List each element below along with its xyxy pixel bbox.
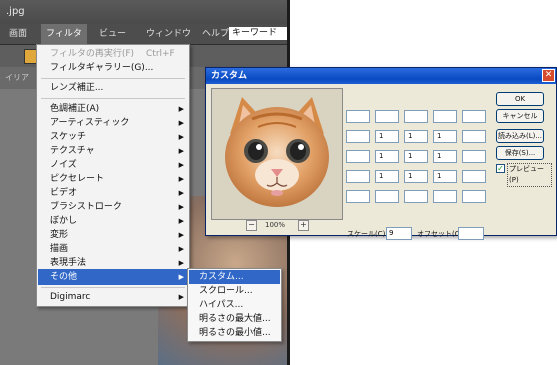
matrix-cell[interactable]: [375, 190, 399, 203]
submenu-item-minimum[interactable]: 明るさの最小値...: [189, 326, 280, 340]
submenu-item-offset[interactable]: スクロール...: [189, 284, 280, 298]
menu-filter[interactable]: フィルタ: [41, 24, 87, 44]
submenu-item-high-pass[interactable]: ハイパス...: [189, 298, 280, 312]
custom-filter-dialog: カスタム ✕ − 100% + 1 1 1 1 1 1 1 1 1 スケール(C…: [205, 67, 557, 240]
submenu-arrow-icon: ▶: [178, 293, 184, 301]
matrix-cell[interactable]: 1: [404, 150, 428, 163]
matrix-cell[interactable]: [346, 130, 370, 143]
scale-label: スケール(C):: [347, 230, 388, 238]
matrix-cell[interactable]: 1: [375, 170, 399, 183]
matrix-cell[interactable]: 1: [375, 150, 399, 163]
scale-input[interactable]: 9: [386, 227, 412, 240]
submenu-arrow-icon: ▶: [178, 273, 184, 281]
submenu-item-custom[interactable]: カスタム...: [189, 270, 280, 284]
matrix-cell[interactable]: 1: [375, 130, 399, 143]
menu-window[interactable]: ウィンドウ: [141, 24, 196, 44]
matrix-cell[interactable]: [346, 150, 370, 163]
submenu-item-maximum[interactable]: 明るさの最大値...: [189, 312, 280, 326]
matrix-cell[interactable]: 1: [433, 130, 457, 143]
zoom-in-icon[interactable]: +: [298, 220, 309, 231]
filter-menu: フィルタの再実行(F) Ctrl+F フィルタギャラリー(G)... レンズ補正…: [36, 44, 190, 307]
checkmark-icon[interactable]: ✓: [496, 164, 505, 173]
matrix-cell[interactable]: 1: [433, 150, 457, 163]
kitten-image: [212, 89, 342, 219]
preview-image: [211, 88, 343, 220]
dialog-title: カスタム: [206, 68, 556, 84]
ok-button[interactable]: OK: [496, 92, 544, 106]
other-submenu: カスタム... スクロール... ハイパス... 明るさの最大値... 明るさの…: [187, 268, 282, 342]
matrix-cell[interactable]: 1: [404, 170, 428, 183]
matrix-cell[interactable]: [346, 110, 370, 123]
matrix-cell[interactable]: [462, 130, 486, 143]
matrix-cell[interactable]: [462, 110, 486, 123]
matrix-cell[interactable]: [462, 190, 486, 203]
window-title: .jpg: [0, 0, 287, 24]
menu-item-digimarc[interactable]: Digimarc ▶: [38, 289, 188, 305]
matrix-cell[interactable]: [346, 170, 370, 183]
menu-separator: [41, 287, 185, 288]
save-button[interactable]: 保存(S)...: [496, 146, 544, 160]
zoom-level: 100%: [265, 221, 286, 229]
matrix-cell[interactable]: 1: [404, 130, 428, 143]
matrix-cell[interactable]: 1: [433, 170, 457, 183]
menu-item-other[interactable]: その他 ▶: [38, 269, 188, 285]
menu-view[interactable]: ビュー: [94, 24, 131, 44]
menu-item-lens-correction[interactable]: レンズ補正...: [38, 80, 188, 96]
menu-image[interactable]: 画面: [4, 24, 32, 44]
menu-bar: 画面 フィルタ ビュー ウィンドウ ヘルプ キーワード: [0, 24, 287, 45]
matrix-cell[interactable]: [404, 190, 428, 203]
preview-toggle[interactable]: ✓ プレビュー(P): [496, 163, 552, 187]
matrix-cell[interactable]: [433, 110, 457, 123]
matrix-cell[interactable]: [404, 110, 428, 123]
matrix-cell[interactable]: [462, 170, 486, 183]
zoom-out-icon[interactable]: −: [246, 220, 257, 231]
close-icon[interactable]: ✕: [542, 69, 555, 82]
load-button[interactable]: 読み込み(L)...: [496, 129, 544, 143]
cancel-button[interactable]: キャンセル: [496, 109, 544, 123]
zoom-controls: − 100% +: [246, 220, 316, 232]
preview-label: プレビュー(P): [507, 163, 552, 187]
matrix-cell[interactable]: [346, 190, 370, 203]
matrix-cell[interactable]: [433, 190, 457, 203]
matrix-cell[interactable]: [462, 150, 486, 163]
menu-separator: [41, 78, 185, 79]
menu-item-filter-gallery[interactable]: フィルタギャラリー(G)...: [38, 60, 188, 76]
menu-separator: [41, 98, 185, 99]
matrix-cell[interactable]: [375, 110, 399, 123]
offset-input[interactable]: [458, 227, 484, 240]
search-input[interactable]: キーワード: [229, 27, 287, 40]
